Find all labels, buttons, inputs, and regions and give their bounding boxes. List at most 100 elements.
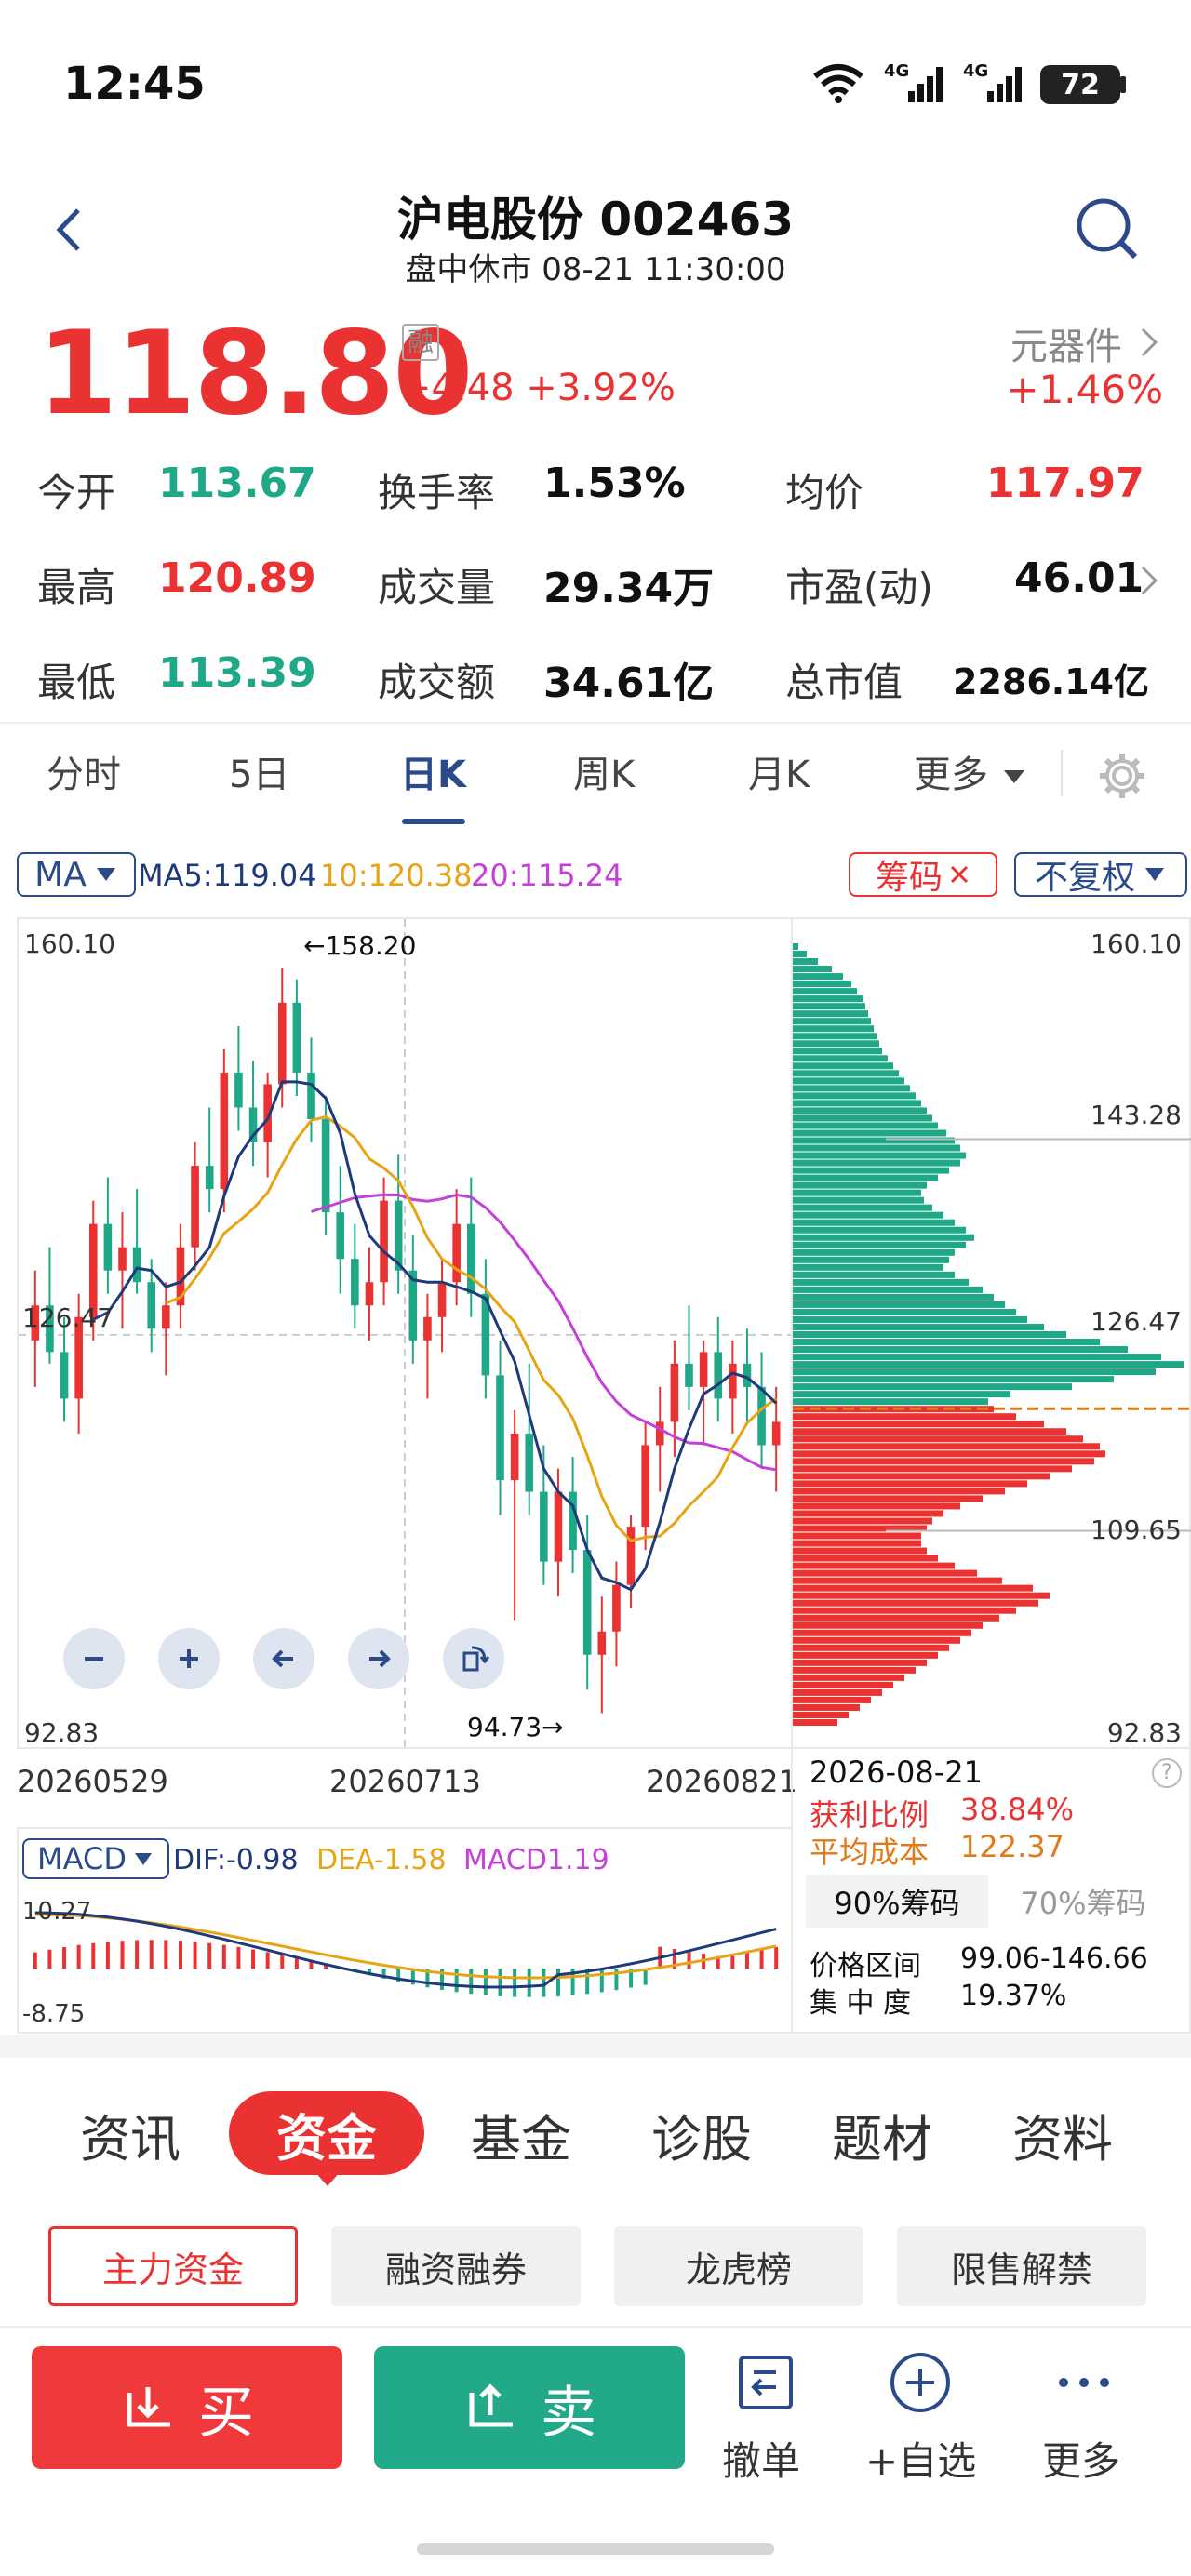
tab-daily-k[interactable]: 日K <box>400 744 466 798</box>
subtab-unlock[interactable]: 限售解禁 <box>897 2226 1146 2306</box>
low-value: 113.39 <box>158 649 316 697</box>
mcap-label: 总市值 <box>785 660 903 705</box>
tab-90-chips[interactable]: 90%筹码 <box>806 1875 988 1928</box>
buy-button[interactable]: 买 <box>32 2346 342 2469</box>
conc-value: 19.37% <box>960 1980 1067 2012</box>
caret-down-icon <box>96 868 115 881</box>
profit-value: 38.84% <box>960 1792 1075 1827</box>
chip-bar <box>793 973 843 981</box>
chip-price-2: 126.47 <box>1091 1306 1182 1337</box>
chevron-right-icon <box>1141 566 1158 595</box>
undo-icon <box>739 2356 793 2409</box>
more-button[interactable]: 更多 <box>1033 2346 1135 2486</box>
chip-bar <box>793 1181 927 1189</box>
candle-body <box>466 1223 475 1294</box>
ma-indicator-button[interactable]: MA <box>17 852 136 897</box>
adjust-label: 不复权 <box>1034 859 1135 897</box>
tab-more[interactable]: 更多 <box>914 744 1028 798</box>
tab-intraday[interactable]: 分时 <box>47 744 121 798</box>
chip-bar <box>793 1301 1005 1308</box>
sell-button[interactable]: 卖 <box>374 2346 685 2469</box>
candle-body <box>685 1363 693 1387</box>
dif-line <box>34 1911 777 1989</box>
tab-news[interactable]: 资讯 <box>80 2098 181 2171</box>
pan-right-button[interactable] <box>348 1628 409 1689</box>
tab-funds-label: 资金 <box>276 2108 377 2168</box>
add-watchlist-button[interactable]: +自选 <box>865 2346 977 2486</box>
search-icon <box>1077 198 1138 260</box>
macd-y-top: 10.27 <box>22 1898 92 1926</box>
chip-bar <box>793 1152 966 1159</box>
date-label-2: 20260713 <box>329 1764 481 1799</box>
candle-body <box>277 1002 287 1085</box>
candle-body <box>699 1352 708 1387</box>
chip-bar <box>793 1263 943 1271</box>
tab-5day[interactable]: 5日 <box>229 744 289 798</box>
candle-body <box>336 1212 345 1260</box>
chip-bar <box>793 1278 969 1286</box>
candle-body <box>365 1282 374 1306</box>
cancel-order-button[interactable]: 撤单 <box>715 2346 817 2486</box>
chart-settings-button[interactable] <box>1096 750 1148 802</box>
info-button[interactable]: ? <box>1152 1758 1182 1788</box>
rotate-button[interactable] <box>443 1628 504 1689</box>
market-status: 盘中休市 08-21 11:30:00 <box>405 251 786 288</box>
chip-price-3: 109.65 <box>1091 1515 1182 1545</box>
tab-monthly-k[interactable]: 月K <box>748 744 810 798</box>
candle-body <box>60 1352 69 1399</box>
chip-toggle-button[interactable]: 筹码 <box>849 852 997 897</box>
chip-bar <box>793 1323 1044 1330</box>
sell-label: 卖 <box>541 2380 596 2446</box>
tab-theme[interactable]: 题材 <box>832 2098 932 2171</box>
conc-label: 集 中 度 <box>810 1987 912 2020</box>
buy-arrow-icon <box>127 2387 170 2427</box>
cost-value: 122.37 <box>960 1829 1064 1864</box>
chip-bar <box>793 1540 921 1547</box>
tab-diagnose[interactable]: 诊股 <box>651 2098 752 2171</box>
chip-bar <box>793 1614 999 1622</box>
chip-bar <box>793 1421 1044 1428</box>
chip-bar <box>793 1315 1027 1323</box>
candle-body <box>771 1421 781 1446</box>
sector-link[interactable]: 元器件 +1.46% <box>968 313 1163 415</box>
add-watchlist-label: +自选 <box>865 2438 977 2484</box>
candle-body <box>452 1223 461 1283</box>
volume-value: 29.34万 <box>543 565 715 612</box>
pan-left-button[interactable] <box>253 1628 314 1689</box>
chip-bar <box>793 1100 921 1107</box>
chip-distribution: 160.10 143.28 126.47 109.65 92.83 <box>791 917 1191 1749</box>
tab-weekly-k[interactable]: 周K <box>573 744 635 798</box>
search-button[interactable] <box>1070 192 1144 266</box>
range-label: 价格区间 <box>810 1950 921 1982</box>
candle-body <box>757 1386 766 1446</box>
close-icon <box>950 865 969 884</box>
zoom-out-button[interactable] <box>63 1628 125 1689</box>
chip-bar <box>793 1196 924 1204</box>
chip-bar <box>793 1003 865 1010</box>
candle-body <box>234 1072 243 1108</box>
tab-70-chips[interactable]: 70%筹码 <box>992 1875 1174 1928</box>
pe-more-button[interactable] <box>1135 562 1163 599</box>
tab-profile[interactable]: 资料 <box>1012 2098 1113 2171</box>
chip-bar <box>793 1674 904 1681</box>
zoom-in-button[interactable] <box>158 1628 220 1689</box>
macd-indicator-button[interactable]: MACD <box>22 1838 169 1879</box>
subtab-main-funds[interactable]: 主力资金 <box>48 2226 298 2306</box>
chip-bar <box>793 1159 960 1167</box>
tab-funds-active[interactable]: 资金 <box>229 2091 424 2175</box>
gear-icon <box>1100 754 1144 798</box>
chip-bar <box>793 1688 882 1696</box>
chip-bar <box>793 1599 1038 1607</box>
chip-bar <box>793 966 832 973</box>
chip-bar <box>793 951 807 958</box>
subtab-margin[interactable]: 融资融券 <box>331 2226 581 2306</box>
chip-bar <box>793 1368 1156 1376</box>
chip-bar <box>793 1450 1105 1458</box>
cancel-order-label: 撤单 <box>722 2438 801 2484</box>
app-root: { "status_bar": {"time": "12:45", "netwo… <box>0 0 1191 2576</box>
tab-fund[interactable]: 基金 <box>471 2098 571 2171</box>
subtab-dragon-tiger[interactable]: 龙虎榜 <box>614 2226 863 2306</box>
adjust-button[interactable]: 不复权 <box>1014 852 1187 897</box>
kline-chart[interactable]: 160.10 126.47 92.83 ←158.20 94.73→ <box>17 917 793 1751</box>
sell-arrow-icon <box>469 2383 513 2427</box>
